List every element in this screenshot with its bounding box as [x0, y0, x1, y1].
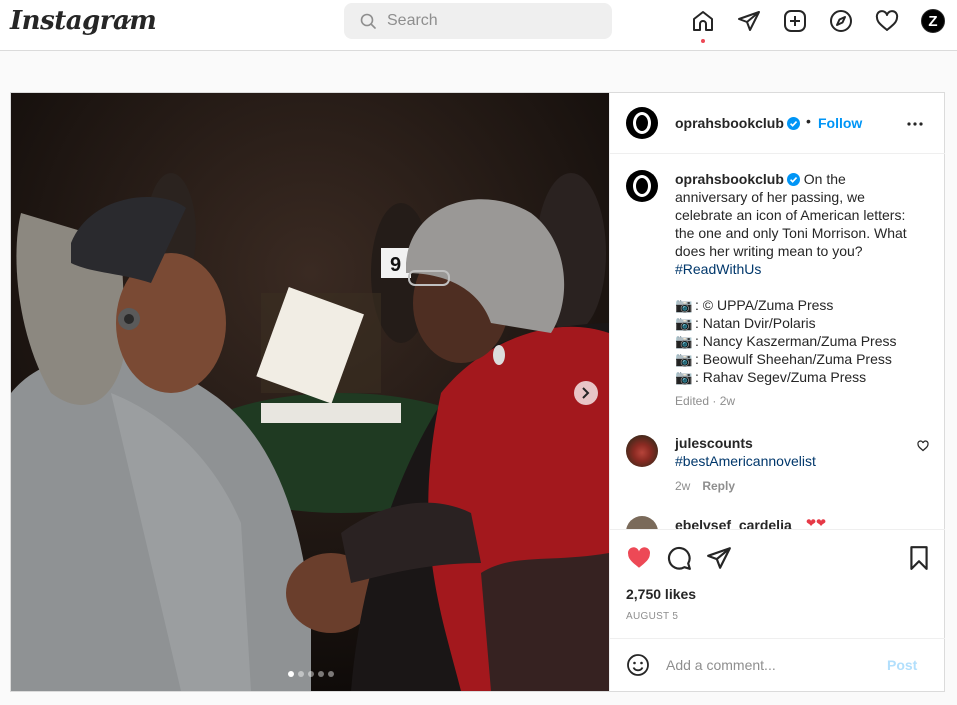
direct-icon[interactable] [737, 9, 761, 33]
post-actions: 2,750 likes AUGUST 5 [610, 529, 945, 638]
explore-icon[interactable] [829, 9, 853, 33]
save-icon[interactable] [906, 545, 932, 571]
camera-emoji-icon: 📷 [675, 333, 693, 349]
author-avatar[interactable] [626, 107, 658, 139]
activity-icon[interactable] [875, 9, 899, 33]
carousel-dot [288, 671, 294, 677]
add-comment-bar: Post [610, 638, 945, 691]
search-bar[interactable] [344, 3, 612, 39]
chevron-down-icon[interactable] [121, 15, 133, 27]
credit-line: 📷: Nancy Kaszerman/Zuma Press [675, 333, 897, 349]
more-options-icon[interactable] [906, 115, 924, 133]
caption-edited-time: Edited · 2w [675, 394, 736, 408]
share-icon[interactable] [706, 545, 732, 571]
new-post-icon[interactable] [783, 9, 807, 33]
comment-input[interactable] [666, 649, 876, 681]
profile-avatar[interactable]: Z [921, 9, 945, 33]
notification-dot [701, 39, 705, 43]
separator-bullet: • [806, 113, 811, 129]
like-icon[interactable] [626, 545, 652, 571]
camera-emoji-icon: 📷 [675, 369, 693, 385]
author-username[interactable]: oprahsbookclub [675, 115, 784, 131]
credit-line: 📷: Beowulf Sheehan/Zuma Press [675, 351, 892, 367]
caption-avatar[interactable] [626, 170, 658, 202]
comment-text: ❤❤ [806, 516, 827, 529]
verified-badge-icon [786, 173, 800, 186]
post-card: 9 oprahsbookclub • Follow oprahsbookclub… [10, 92, 945, 692]
post-comment-button[interactable]: Post [887, 657, 917, 673]
top-nav: Instagram Z [0, 0, 957, 51]
credit-line: 📷: © UPPA/Zuma Press [675, 297, 834, 313]
author-username-row: oprahsbookclub [675, 115, 800, 133]
carousel-dot [318, 671, 324, 677]
comment-time: 2w [675, 479, 691, 493]
post-date: AUGUST 5 [626, 611, 679, 622]
post-photo[interactable]: 9 [11, 93, 609, 691]
camera-emoji-icon: 📷 [675, 297, 693, 313]
svg-text:9: 9 [390, 254, 401, 276]
post-header: oprahsbookclub • Follow [610, 93, 945, 154]
home-icon[interactable] [691, 9, 715, 33]
search-input[interactable] [387, 3, 597, 39]
commenter-avatar[interactable] [626, 435, 658, 467]
post-sidebar: oprahsbookclub • Follow oprahsbookclub O… [609, 93, 945, 691]
likes-count[interactable]: 2,750 likes [626, 586, 696, 602]
comment-icon[interactable] [666, 545, 692, 571]
comments-section[interactable]: oprahsbookclub On the anniversary of her… [610, 154, 945, 529]
caption: oprahsbookclub On the anniversary of her… [675, 170, 911, 386]
caption-hashtag[interactable]: #ReadWithUs [675, 261, 761, 277]
credit-line: 📷: Natan Dvir/Polaris [675, 315, 816, 331]
camera-emoji-icon: 📷 [675, 351, 693, 367]
camera-emoji-icon: 📷 [675, 315, 693, 331]
emoji-icon[interactable] [626, 653, 650, 677]
carousel-dots [288, 671, 334, 677]
instagram-logo[interactable]: Instagram [10, 6, 157, 36]
comment-like-icon[interactable] [917, 440, 929, 452]
follow-button[interactable]: Follow [818, 115, 862, 131]
comment-username[interactable]: julescounts [675, 435, 753, 451]
photo-credits: 📷: © UPPA/Zuma Press 📷: Natan Dvir/Polar… [675, 296, 911, 386]
comment-meta: 2w Reply [675, 479, 735, 493]
search-icon [360, 13, 376, 29]
reply-button[interactable]: Reply [702, 479, 735, 493]
carousel-dot [298, 671, 304, 677]
carousel-dot [328, 671, 334, 677]
comment-username[interactable]: ebelvsef_cardelia [675, 517, 792, 529]
credit-line: 📷: Rahav Segev/Zuma Press [675, 369, 867, 385]
carousel-dot [308, 671, 314, 677]
commenter-avatar[interactable] [626, 516, 658, 529]
comment-text[interactable]: #bestAmericannovelist [675, 453, 816, 469]
photo-illustration: 9 [11, 93, 609, 691]
chevron-right-icon [582, 387, 590, 399]
next-photo-button[interactable] [574, 381, 598, 405]
caption-username[interactable]: oprahsbookclub [675, 171, 784, 187]
verified-badge-icon [786, 117, 800, 130]
